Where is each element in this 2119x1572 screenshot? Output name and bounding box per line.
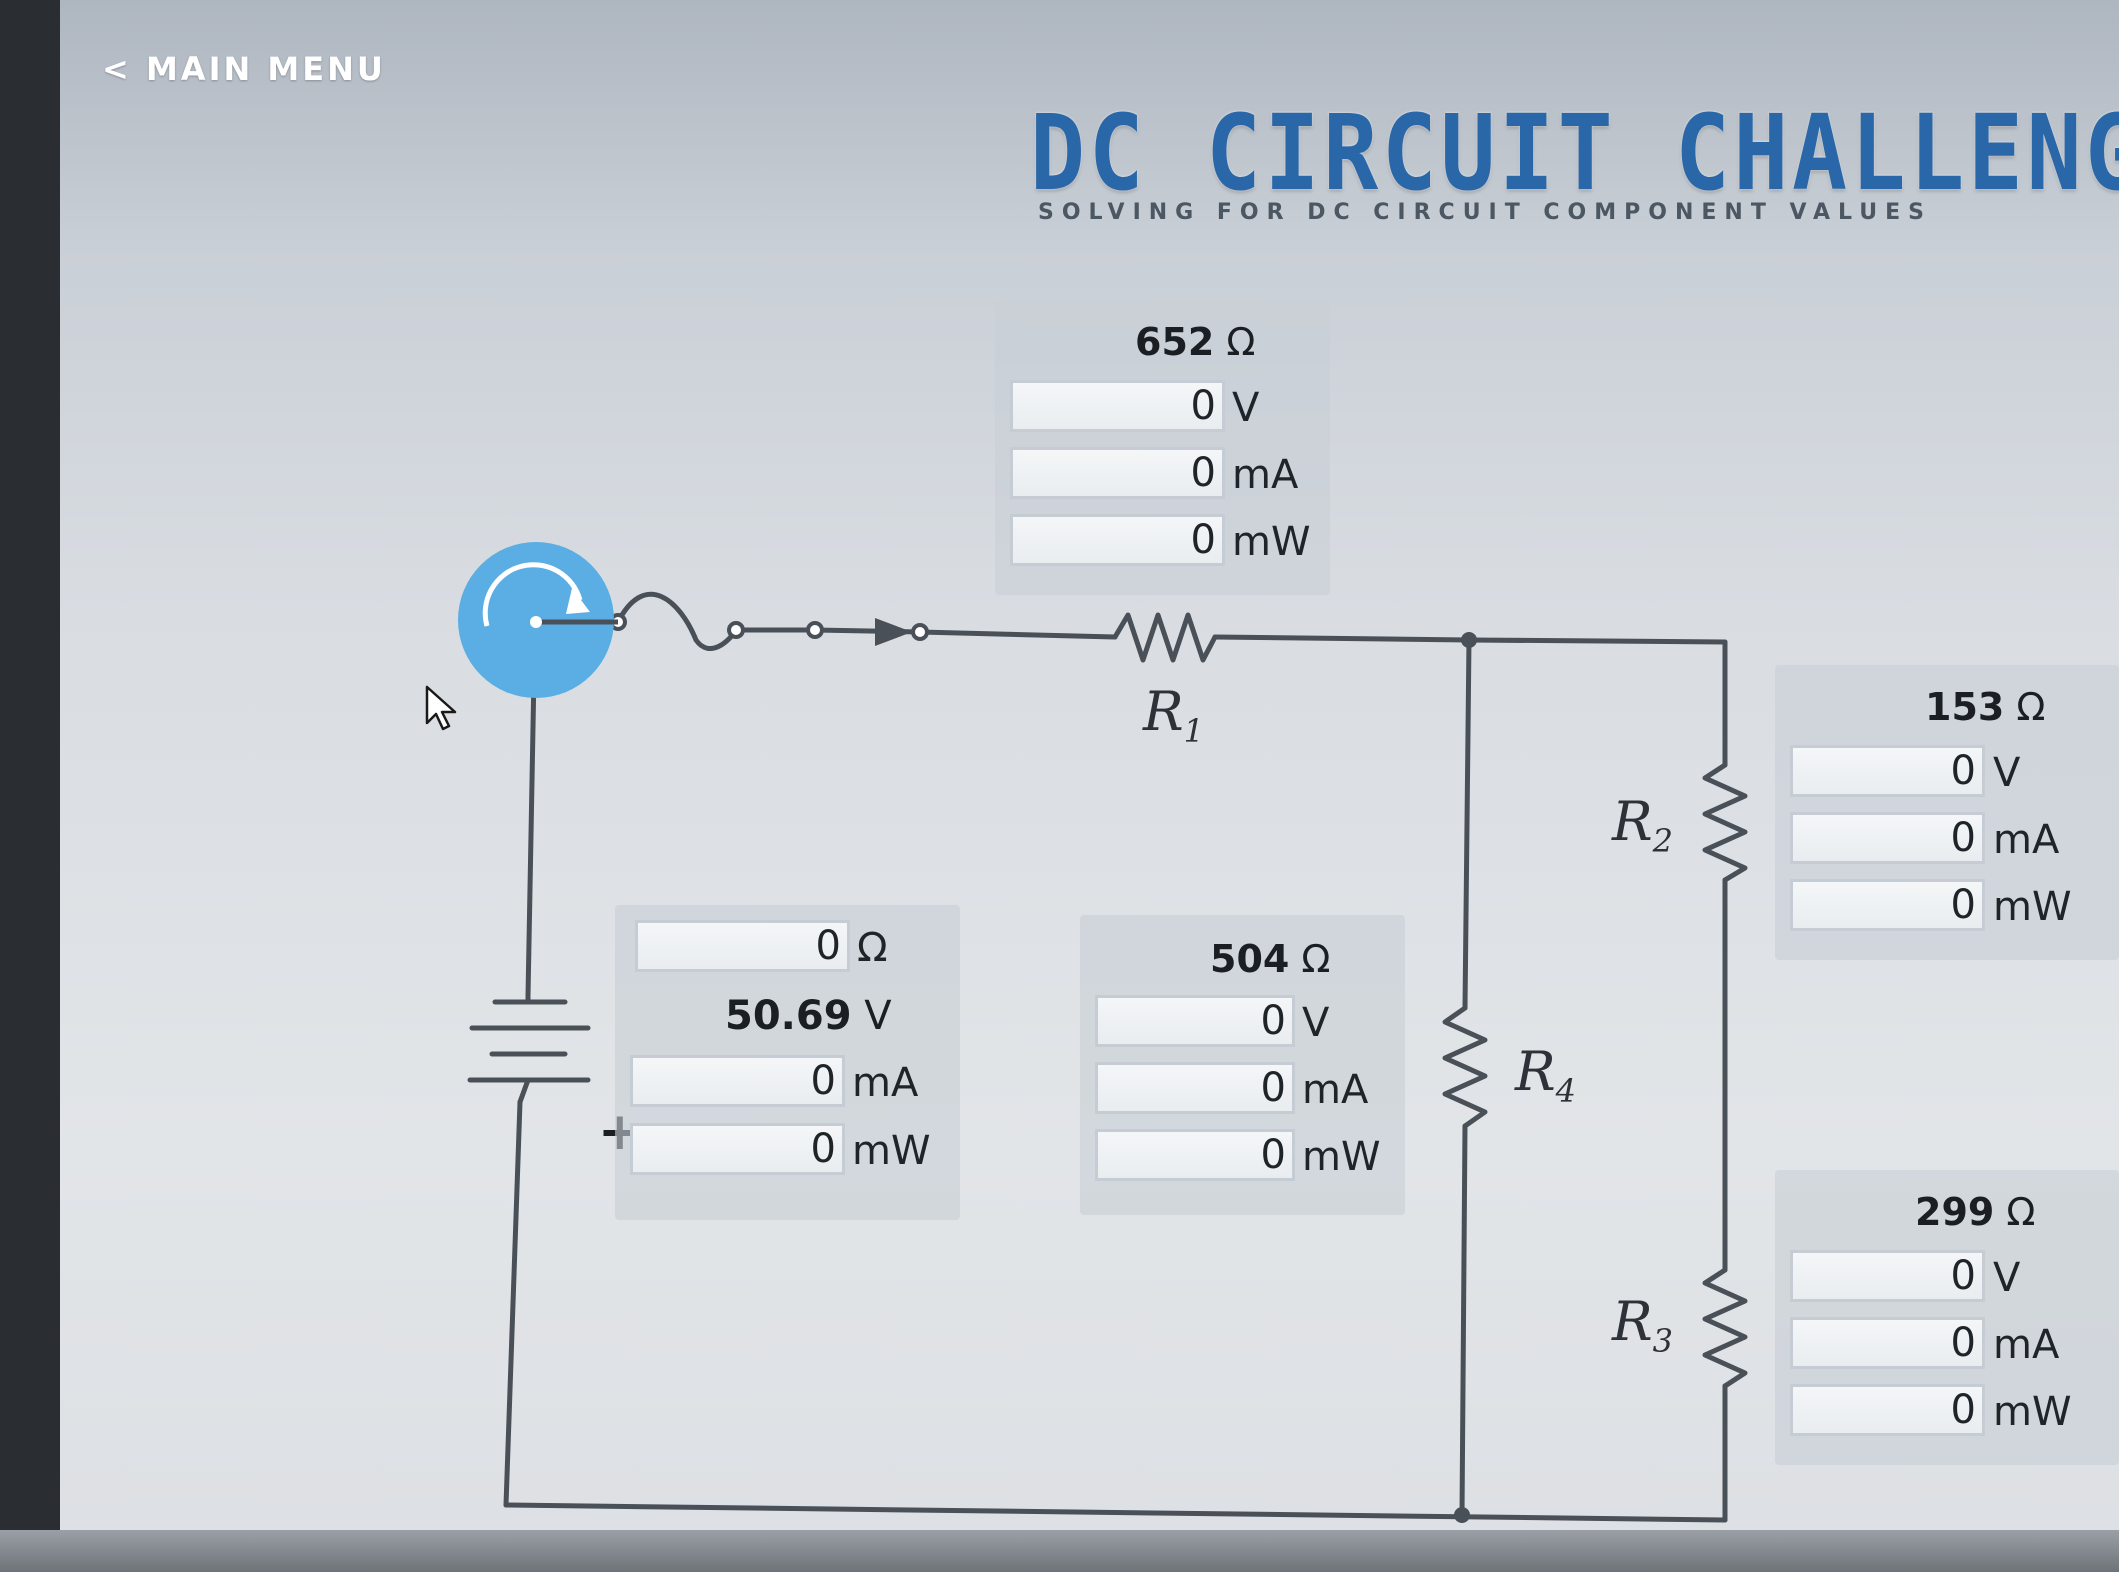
monitor-bezel-bottom xyxy=(0,1530,2119,1572)
source-panel: 0 Ω 50.69 V 0 mA 0 mW xyxy=(615,905,960,1220)
r2-current-input[interactable]: 0 xyxy=(1790,812,1985,864)
junction-top xyxy=(1461,632,1477,648)
r3-resistance: 299 Ω xyxy=(1915,1190,2036,1234)
current-arrow-icon xyxy=(875,618,912,646)
resistor-r2-symbol xyxy=(1702,762,1748,883)
r1-voltage-input[interactable]: 0 xyxy=(1010,380,1225,432)
r2-voltage-input[interactable]: 0 xyxy=(1790,745,1985,797)
r2-panel: 153 Ω 0 V 0 mA 0 mW xyxy=(1775,665,2119,960)
rotate-knob-icon xyxy=(458,542,618,698)
source-power-input[interactable]: 0 xyxy=(630,1123,845,1175)
source-voltage: 50.69 V xyxy=(725,993,892,1039)
r3-panel: 299 Ω 0 V 0 mA 0 mW xyxy=(1775,1170,2119,1465)
r3-label: R3 xyxy=(1612,1290,1674,1360)
r3-voltage-input[interactable]: 0 xyxy=(1790,1250,1985,1302)
r1-voltage-unit: V xyxy=(1232,385,1260,431)
switch-arm xyxy=(615,591,739,652)
r3-current-unit: mA xyxy=(1993,1322,2060,1368)
resistor-r4-symbol xyxy=(1442,1005,1488,1129)
r1-panel: 652 Ω 0 V 0 mA 0 mW xyxy=(995,300,1330,595)
source-current-input[interactable]: 0 xyxy=(630,1055,845,1107)
r1-current-unit: mA xyxy=(1232,452,1299,498)
r4-current-unit: mA xyxy=(1302,1067,1369,1113)
r1-current-input[interactable]: 0 xyxy=(1010,447,1225,499)
r2-power-unit: mW xyxy=(1993,884,2072,930)
r2-power-input[interactable]: 0 xyxy=(1790,879,1985,931)
wire-left-lower xyxy=(503,1099,523,1508)
wire-r4-top xyxy=(1462,637,1472,1011)
r2-resistance: 153 Ω xyxy=(1925,685,2046,729)
wire-r4-bottom xyxy=(1459,1123,1468,1518)
source-resistance-input[interactable]: 0 xyxy=(635,920,850,972)
source-resistance-unit: Ω xyxy=(857,925,888,971)
battery-icon xyxy=(467,993,591,1105)
r1-power-input[interactable]: 0 xyxy=(1010,514,1225,566)
r3-current-input[interactable]: 0 xyxy=(1790,1317,1985,1369)
junction-bottom xyxy=(1454,1507,1470,1523)
r2-label: R2 xyxy=(1612,790,1674,860)
r4-voltage-input[interactable]: 0 xyxy=(1095,995,1295,1047)
r1-resistance: 652 Ω xyxy=(1135,320,1256,364)
r4-voltage-unit: V xyxy=(1302,1000,1330,1046)
wire-bottom xyxy=(503,1502,1728,1523)
r3-power-input[interactable]: 0 xyxy=(1790,1384,1985,1436)
r4-resistance: 504 Ω xyxy=(1210,937,1331,981)
r4-current-input[interactable]: 0 xyxy=(1095,1062,1295,1114)
r4-power-unit: mW xyxy=(1302,1134,1381,1180)
r1-label: R1 xyxy=(1143,680,1205,750)
wire-r1-to-node xyxy=(1212,634,1472,643)
source-power-unit: mW xyxy=(852,1128,931,1174)
r1-power-unit: mW xyxy=(1232,519,1311,565)
resistor-r3-symbol xyxy=(1702,1267,1748,1389)
mouse-pointer-icon xyxy=(425,685,457,731)
r3-voltage-unit: V xyxy=(1993,1255,2021,1301)
r3-power-unit: mW xyxy=(1993,1389,2072,1435)
source-current-unit: mA xyxy=(852,1060,919,1106)
resistor-r1-symbol xyxy=(1112,612,1218,663)
r4-power-input[interactable]: 0 xyxy=(1095,1129,1295,1181)
r2-voltage-unit: V xyxy=(1993,750,2021,796)
wire-to-r1 xyxy=(917,629,1118,640)
wire-node-to-right xyxy=(1466,637,1728,645)
app-screen: < MAIN MENU DC CIRCUIT CHALLENGE SOLVING… xyxy=(60,0,2119,1530)
r4-panel: 504 Ω 0 V 0 mA 0 mW xyxy=(1080,915,1405,1215)
r4-label: R4 xyxy=(1515,1040,1577,1110)
r2-current-unit: mA xyxy=(1993,817,2060,863)
